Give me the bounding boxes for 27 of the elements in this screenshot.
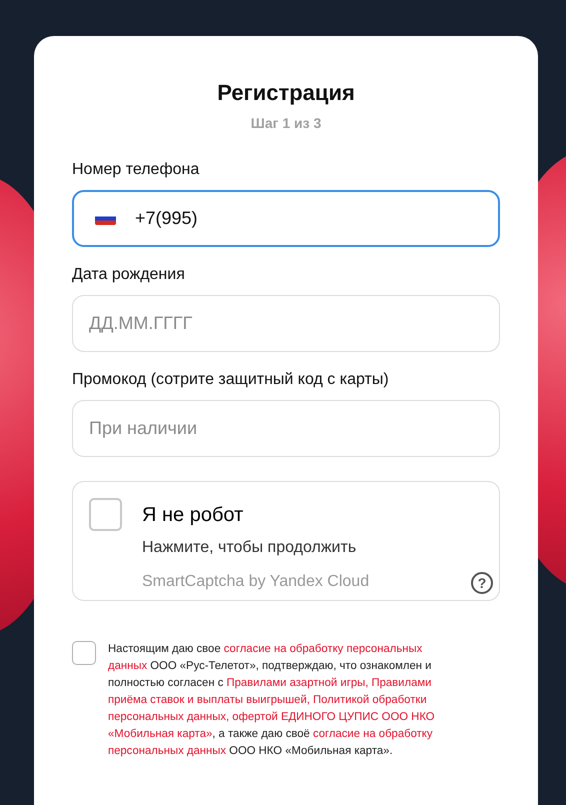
consent-checkbox[interactable] [72,641,96,665]
consent-link[interactable]: персональных данных [108,745,226,757]
consent-link[interactable]: согласие на обработку [312,728,432,740]
input-field[interactable]: ДД.ММ.ГГГГ [72,295,500,352]
captcha-brand: SmartCaptcha by Yandex Cloud [142,572,370,592]
input-field[interactable]: При наличии [72,400,500,457]
consent-link[interactable]: персональных данных, офертой ЕДИНОГО ЦУПИС ООО НКО [108,711,435,723]
consent-link[interactable]: «Мобильная карта» [108,728,212,740]
field-label: Дата рождения [72,265,185,285]
field-label: Номер телефона [72,160,200,180]
consent-text: ООО НКО «Мобильная карта». [228,745,393,757]
captcha-title: Я не робот [142,503,244,528]
consent-link[interactable]: Правилами азартной игры, Правилами [226,677,432,689]
consent-text: полностью согласен с [108,677,224,689]
consent-link[interactable]: приёма ставок и выплаты выигрышей, Политикой обработки [108,694,427,706]
consent-link[interactable]: данных [108,660,148,672]
form-title: Регистрация [216,79,356,107]
captcha-hint: Нажмите, чтобы продолжить [142,538,356,558]
step-indicator: Шаг 1 из 3 [250,114,322,133]
field-label: Промокод (сотрите защитный код с карты) [72,370,389,390]
consent-text: ООО «Рус-Телетот», подтверждаю, что ознакомлен и [149,660,432,672]
consent-text: , а также даю своё [212,728,311,740]
consent-text: Настоящим даю свое [108,643,222,655]
help-button[interactable]: ? [471,572,493,594]
consent-link[interactable]: согласие на обработку персональных [224,643,422,655]
phone-field[interactable]: +7(995) [72,190,500,247]
captcha-checkbox[interactable] [89,498,122,531]
